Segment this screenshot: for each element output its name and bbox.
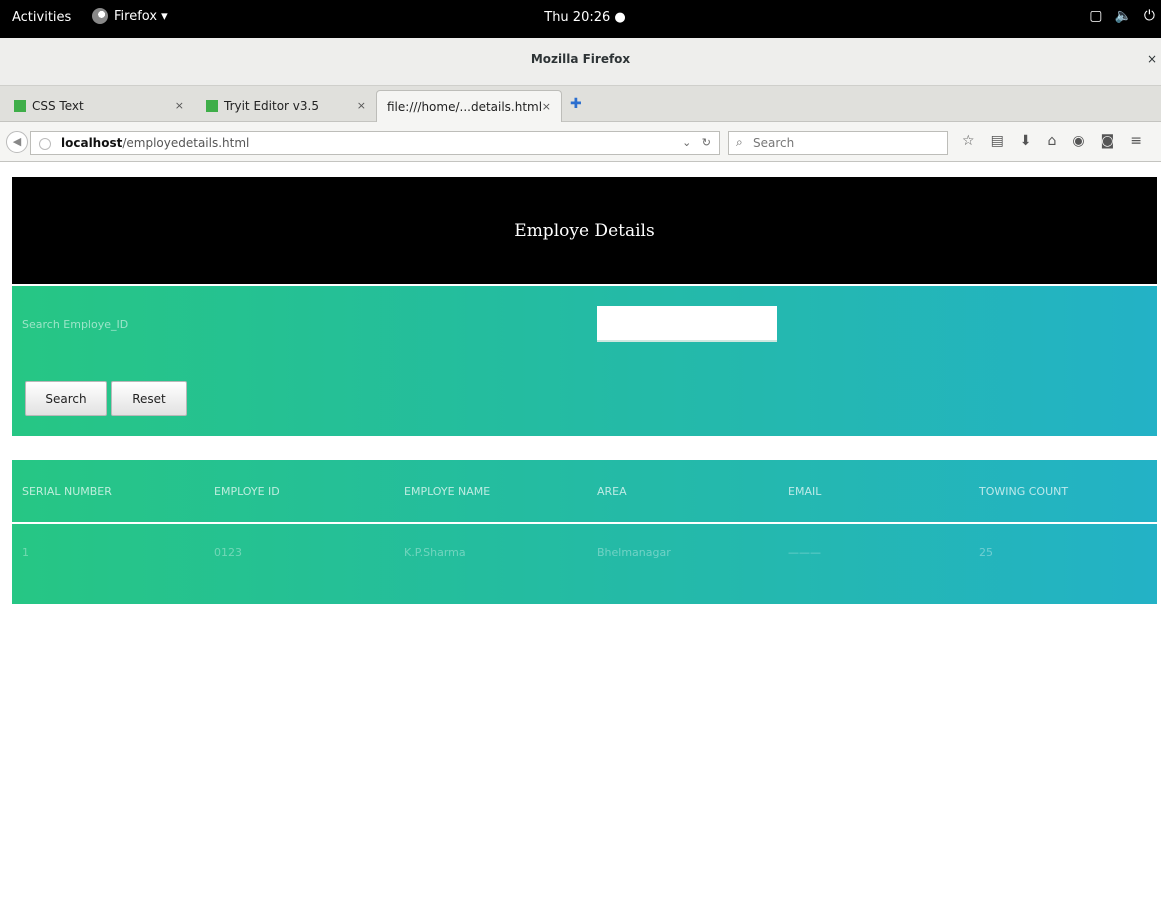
tab-css-text[interactable]: CSS Text × bbox=[4, 90, 194, 122]
url-host: localhost bbox=[61, 136, 123, 150]
tab-close-icon[interactable]: × bbox=[357, 99, 366, 112]
table-divider bbox=[12, 522, 1157, 524]
url-bar[interactable]: localhost/employedetails.html ⌄ ↻ bbox=[30, 131, 720, 155]
search-icon: ⌕ bbox=[736, 135, 743, 149]
system-top-bar: Activities Firefox ▾ Thu 20:26 ● ▢ 🔈 ⏻ bbox=[0, 0, 1161, 38]
table-cell: 0123 bbox=[214, 546, 242, 559]
tab-employe-details[interactable]: file:///home/...details.html × bbox=[376, 90, 562, 122]
system-tray[interactable]: ▢ 🔈 ⏻ bbox=[1089, 8, 1155, 24]
table-cell: 1 bbox=[22, 546, 29, 559]
power-icon: ⏻ bbox=[1143, 8, 1155, 24]
new-tab-icon[interactable]: ✚ bbox=[570, 96, 582, 112]
tab-label: file:///home/...details.html bbox=[387, 99, 543, 114]
site-info-icon[interactable] bbox=[39, 138, 51, 150]
window-icon: ▢ bbox=[1089, 8, 1103, 24]
search-bar[interactable]: ⌕ Search bbox=[728, 131, 948, 155]
navigation-bar: ◀ localhost/employedetails.html ⌄ ↻ ⌕ Se… bbox=[0, 122, 1161, 162]
clock[interactable]: Thu 20:26 ● bbox=[540, 10, 630, 25]
window-title-bar: Mozilla Firefox × bbox=[0, 38, 1161, 86]
employe-id-input[interactable] bbox=[597, 306, 777, 342]
column-header: SERIAL NUMBER bbox=[22, 485, 112, 498]
home-icon[interactable]: ⌂ bbox=[1048, 133, 1057, 149]
column-header: TOWING COUNT bbox=[979, 485, 1069, 498]
column-header: EMPLOYE NAME bbox=[404, 485, 491, 498]
pocket-icon[interactable]: ◙ bbox=[1101, 133, 1115, 149]
toolbar-icons: ☆ ▤ ⬇ ⌂ ◉ ◙ ≡ bbox=[962, 133, 1142, 149]
firefox-logo-icon bbox=[92, 8, 108, 24]
activities-button[interactable]: Activities bbox=[12, 10, 71, 25]
hamburger-menu-icon[interactable]: ≡ bbox=[1130, 133, 1142, 149]
dropdown-chevron-icon[interactable]: ⌄ bbox=[682, 136, 691, 149]
w3schools-favicon-icon bbox=[206, 100, 218, 112]
bookmarks-menu-icon[interactable]: ▤ bbox=[991, 133, 1004, 149]
column-header: EMAIL bbox=[788, 485, 822, 498]
search-employe-id-label: Search Employe_ID bbox=[22, 318, 129, 331]
search-bar-placeholder: Search bbox=[753, 136, 795, 150]
search-button[interactable]: Search bbox=[25, 381, 107, 416]
table-cell: ——— bbox=[788, 546, 821, 559]
chat-icon[interactable]: ◉ bbox=[1072, 133, 1084, 149]
page-title: Employe Details bbox=[514, 221, 655, 241]
tab-close-icon[interactable]: × bbox=[542, 100, 551, 113]
downloads-icon[interactable]: ⬇ bbox=[1020, 133, 1032, 149]
table-cell: K.P.Sharma bbox=[404, 546, 466, 559]
page-header: Employe Details bbox=[12, 177, 1157, 284]
column-header: EMPLOYE ID bbox=[214, 485, 280, 498]
table-cell: 25 bbox=[979, 546, 993, 559]
column-header: AREA bbox=[597, 485, 627, 498]
url-path: /employedetails.html bbox=[122, 136, 250, 150]
employee-table: SERIAL NUMBER EMPLOYE ID EMPLOYE NAME AR… bbox=[12, 460, 1157, 604]
app-menu-label: Firefox ▾ bbox=[114, 8, 168, 24]
back-arrow-icon[interactable]: ◀ bbox=[6, 131, 28, 153]
w3schools-favicon-icon bbox=[14, 100, 26, 112]
url-tools: ⌄ ↻ bbox=[682, 136, 711, 149]
tab-label: Tryit Editor v3.5 bbox=[224, 99, 319, 113]
window-close-icon[interactable]: × bbox=[1147, 52, 1157, 66]
table-cell: Bhelmanagar bbox=[597, 546, 671, 559]
volume-icon: 🔈 bbox=[1114, 8, 1132, 24]
bookmark-star-icon[interactable]: ☆ bbox=[962, 133, 975, 149]
search-panel: Search Employe_ID Search Reset bbox=[12, 286, 1157, 436]
firefox-app-menu[interactable]: Firefox ▾ bbox=[92, 8, 168, 24]
reload-icon[interactable]: ↻ bbox=[702, 136, 711, 149]
tab-close-icon[interactable]: × bbox=[175, 99, 184, 112]
reset-button[interactable]: Reset bbox=[111, 381, 187, 416]
window-title: Mozilla Firefox bbox=[530, 52, 631, 66]
tab-tryit-editor[interactable]: Tryit Editor v3.5 × bbox=[196, 90, 376, 122]
tab-strip: CSS Text × Tryit Editor v3.5 × file:///h… bbox=[0, 86, 1161, 122]
tab-label: CSS Text bbox=[32, 99, 84, 113]
